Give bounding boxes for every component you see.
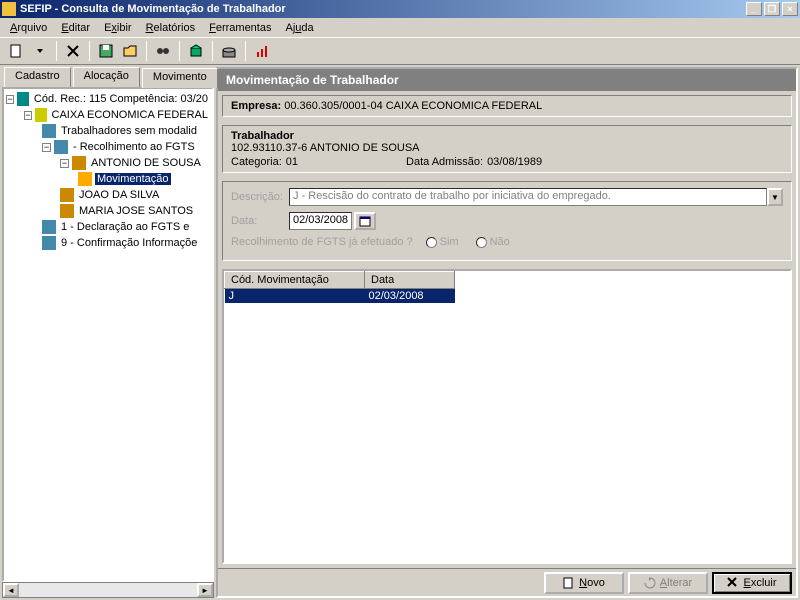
arrows-icon — [78, 172, 92, 186]
data-label: Data: — [231, 215, 289, 227]
menu-relatorios[interactable]: Relatórios — [140, 20, 202, 36]
empresa-box: Empresa: 00.360.305/0001-04 CAIXA ECONOM… — [222, 95, 792, 117]
admissao-label: Data Admissão: — [406, 156, 483, 168]
tab-movimento[interactable]: Movimento — [142, 68, 218, 88]
panel-heading: Movimentação de Trabalhador — [218, 69, 796, 91]
trabalhador-box: Trabalhador 102.93110.37-6 ANTONIO DE SO… — [222, 125, 792, 173]
scroll-left-icon[interactable]: ◄ — [3, 583, 19, 597]
tree-movimentacao[interactable]: Movimentação — [95, 173, 171, 185]
tree-recolfgts[interactable]: - Recolhimento ao FGTS — [71, 141, 197, 153]
radio-nao[interactable] — [476, 237, 487, 248]
grid-cell-cod: J — [225, 289, 365, 304]
toolbar-folder-icon[interactable] — [118, 40, 142, 62]
tree-decl[interactable]: 1 - Declaração ao FGTS e — [59, 221, 191, 233]
grid-col-cod[interactable]: Cód. Movimentação — [225, 272, 365, 289]
descricao-input[interactable]: J - Rescisão do contrato de trabalho por… — [289, 188, 767, 206]
excluir-button[interactable]: Excluir — [712, 572, 792, 594]
toolbar-new-icon[interactable] — [4, 40, 28, 62]
tree-view[interactable]: − Cód. Rec.: 115 Competência: 03/20 − CA… — [2, 87, 214, 582]
expand-icon[interactable]: − — [6, 95, 14, 104]
tree-conf[interactable]: 9 - Confirmação Informaçõe — [59, 237, 199, 249]
window-title: SEFIP - Consulta de Movimentação de Trab… — [20, 3, 746, 15]
menu-exibir[interactable]: Exibir — [98, 20, 138, 36]
grid-col-data[interactable]: Data — [365, 272, 455, 289]
menubar: Arquivo Editar Exibir Relatórios Ferrame… — [0, 18, 800, 37]
empresa-value: 00.360.305/0001-04 CAIXA ECONOMICA FEDER… — [284, 100, 542, 112]
toolbar-save-icon[interactable] — [94, 40, 118, 62]
form-box: Descrição: J - Rescisão do contrato de t… — [222, 181, 792, 261]
people-icon — [42, 220, 56, 234]
expand-icon[interactable]: − — [60, 159, 69, 168]
categoria-label: Categoria: — [231, 156, 282, 168]
calendar-icon[interactable] — [354, 212, 376, 230]
tree-empresa[interactable]: CAIXA ECONOMICA FEDERAL — [50, 109, 210, 121]
people-icon — [54, 140, 68, 154]
close-button[interactable]: × — [782, 2, 798, 16]
expand-icon[interactable]: − — [24, 111, 32, 120]
x-icon — [727, 577, 739, 589]
left-pane: Cadastro Alocação Movimento − Cód. Rec.:… — [0, 65, 216, 600]
admissao-value: 03/08/1989 — [487, 156, 542, 168]
button-bar: Novo Alterar Excluir — [218, 568, 796, 596]
people-icon — [42, 236, 56, 250]
app-icon — [2, 2, 16, 16]
toolbar-binoculars-icon[interactable] — [151, 40, 175, 62]
menu-editar[interactable]: Editar — [55, 20, 96, 36]
toolbar-box-icon[interactable] — [184, 40, 208, 62]
restore-button[interactable]: ❐ — [764, 2, 780, 16]
titlebar: SEFIP - Consulta de Movimentação de Trab… — [0, 0, 800, 18]
minimize-button[interactable]: _ — [746, 2, 762, 16]
alterar-label: lterar — [667, 577, 692, 589]
alterar-button[interactable]: Alterar — [628, 572, 708, 594]
menu-ferramentas[interactable]: Ferramentas — [203, 20, 277, 36]
menu-arquivo[interactable]: Arquivo — [4, 20, 53, 36]
tree-worker2[interactable]: JOAO DA SILVA — [77, 189, 161, 201]
trabalhador-label: Trabalhador — [231, 130, 783, 142]
tab-strip: Cadastro Alocação Movimento — [0, 65, 216, 87]
sim-label: Sim — [440, 236, 459, 248]
nao-label: Não — [490, 236, 510, 248]
excluir-label: xcluir — [751, 577, 777, 589]
person-icon — [60, 188, 74, 202]
toolbar-chart-icon[interactable] — [250, 40, 274, 62]
scroll-right-icon[interactable]: ► — [197, 583, 213, 597]
grid-cell-data: 02/03/2008 — [365, 289, 455, 304]
tree-hscroll[interactable]: ◄ ► — [2, 582, 214, 598]
radio-sim[interactable] — [426, 237, 437, 248]
expand-icon[interactable]: − — [42, 143, 51, 152]
building-icon — [35, 108, 47, 122]
toolbar-disk-icon[interactable] — [217, 40, 241, 62]
recolhimento-label: Recolhimento de FGTS já efetuado ? — [231, 236, 413, 248]
grid-row[interactable]: J 02/03/2008 — [225, 289, 455, 304]
tree-worker3[interactable]: MARIA JOSE SANTOS — [77, 205, 195, 217]
tree-worker1[interactable]: ANTONIO DE SOUSA — [89, 157, 203, 169]
descricao-label: Descrição: — [231, 191, 289, 203]
tab-alocacao[interactable]: Alocação — [73, 67, 140, 87]
document-icon — [563, 577, 575, 589]
people-icon — [42, 124, 56, 138]
tree-semmod[interactable]: Trabalhadores sem modalid — [59, 125, 199, 137]
tree-root[interactable]: Cód. Rec.: 115 Competência: 03/20 — [32, 93, 210, 105]
movimentacao-grid[interactable]: Cód. Movimentação Data J 02/03/2008 — [222, 269, 792, 564]
novo-button[interactable]: Novo — [544, 572, 624, 594]
novo-label: ovo — [587, 577, 605, 589]
person-icon — [72, 156, 86, 170]
right-pane: Movimentação de Trabalhador Empresa: 00.… — [216, 67, 798, 598]
descricao-dropdown-icon[interactable]: ▼ — [767, 188, 783, 206]
toolbar-delete-icon[interactable] — [61, 40, 85, 62]
data-input[interactable]: 02/03/2008 — [289, 212, 352, 230]
person-icon — [60, 204, 74, 218]
empresa-label: Empresa: — [231, 100, 281, 112]
toolbar-dropdown-icon[interactable] — [28, 40, 52, 62]
refresh-icon — [644, 577, 656, 589]
categoria-value: 01 — [286, 156, 298, 168]
trabalhador-pis: 102.93110.37-6 ANTONIO DE SOUSA — [231, 142, 783, 154]
list-icon — [17, 92, 29, 106]
menu-ajuda[interactable]: Ajuda — [279, 20, 319, 36]
tab-cadastro[interactable]: Cadastro — [4, 67, 71, 87]
toolbar — [0, 37, 800, 65]
